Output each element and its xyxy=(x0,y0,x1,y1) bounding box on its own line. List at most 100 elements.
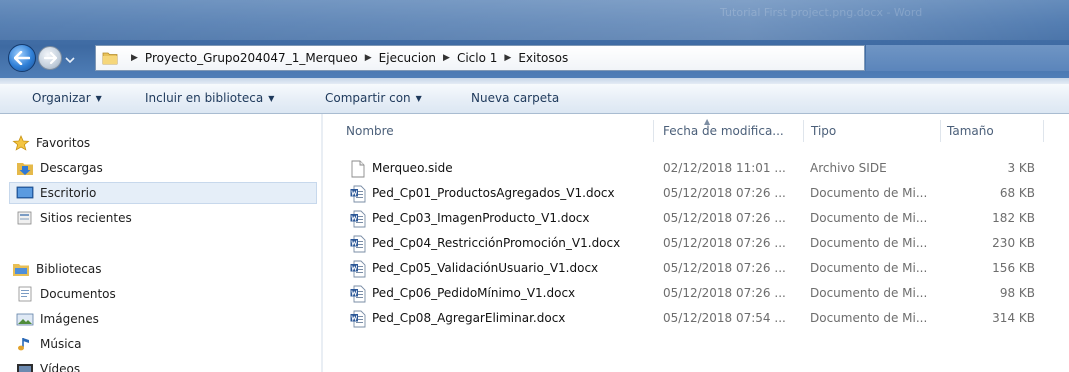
sidebar-item-label: Descargas xyxy=(40,161,103,175)
chevron-down-icon: ▼ xyxy=(95,94,102,103)
sidebar-item-downloads[interactable]: Descargas xyxy=(16,157,103,179)
file-size: 98 KB xyxy=(999,286,1035,300)
file-date: 05/12/2018 07:26 ... xyxy=(663,186,786,200)
table-row[interactable]: Ped_Cp03_ImagenProducto_V1.docx 05/12/20… xyxy=(350,207,1050,231)
command-bar-top-edge xyxy=(0,78,1069,84)
word-document-icon xyxy=(350,285,366,303)
sidebar-item-label: Documentos xyxy=(40,287,116,301)
arrow-right-icon xyxy=(43,52,57,64)
file-date: 05/12/2018 07:26 ... xyxy=(663,261,786,275)
file-type: Documento de Mi... xyxy=(810,286,928,300)
generic-file-icon xyxy=(351,160,365,178)
pane-divider[interactable] xyxy=(321,114,323,372)
sidebar-item-label: Música xyxy=(40,337,82,351)
file-date: 05/12/2018 07:54 ... xyxy=(663,311,786,325)
libraries-icon xyxy=(13,264,29,276)
address-bar-right-area xyxy=(866,45,1069,71)
file-size: 230 KB xyxy=(992,236,1035,250)
arrow-left-icon xyxy=(14,51,30,65)
recent-pages-dropdown-icon[interactable] xyxy=(65,55,75,65)
sidebar-item-label: Bibliotecas xyxy=(36,262,102,276)
sidebar-item-label: Favoritos xyxy=(36,136,91,150)
breadcrumb-item-exitosos[interactable]: Exitosos xyxy=(518,51,568,65)
column-separator[interactable] xyxy=(653,120,654,142)
breadcrumb-item-ciclo[interactable]: Ciclo 1 xyxy=(457,51,497,65)
back-button[interactable] xyxy=(8,44,36,72)
chevron-right-icon[interactable]: ▶ xyxy=(504,53,511,63)
column-header-type[interactable]: Tipo xyxy=(811,124,836,138)
folder-icon xyxy=(102,52,118,65)
sidebar-item-label: Imágenes xyxy=(40,312,99,326)
word-document-icon xyxy=(350,235,366,253)
window-titlebar: Tutorial First project.png.docx - Word ▶… xyxy=(0,0,1069,78)
word-document-icon xyxy=(350,310,366,328)
column-separator[interactable] xyxy=(1043,120,1044,142)
new-folder-button[interactable]: Nueva carpeta xyxy=(471,91,559,105)
document-icon xyxy=(18,286,32,302)
sidebar-item-music[interactable]: Música xyxy=(16,333,82,355)
column-header-name[interactable]: Nombre xyxy=(346,124,394,138)
word-document-icon xyxy=(350,260,366,278)
file-name: Ped_Cp06_PedidoMínimo_V1.docx xyxy=(372,286,576,300)
sidebar-item-favorites[interactable]: Favoritos xyxy=(12,132,90,154)
sidebar-item-desktop[interactable]: Escritorio xyxy=(16,182,96,204)
column-header-date[interactable]: Fecha de modifica... xyxy=(663,124,784,138)
file-type: Documento de Mi... xyxy=(810,261,928,275)
sidebar-item-recent[interactable]: Sitios recientes xyxy=(16,207,132,229)
forward-button[interactable] xyxy=(38,46,62,70)
column-separator[interactable] xyxy=(940,120,941,142)
word-document-icon xyxy=(350,210,366,228)
column-header-size[interactable]: Tamaño xyxy=(947,124,994,138)
file-name: Ped_Cp01_ProductosAgregados_V1.docx xyxy=(372,186,615,200)
share-with-button[interactable]: Compartir con ▼ xyxy=(325,91,422,105)
file-size: 156 KB xyxy=(992,261,1035,275)
file-type: Documento de Mi... xyxy=(810,311,928,325)
address-bar[interactable]: ▶ Proyecto_Grupo204047_1_Merqueo ▶ Ejecu… xyxy=(95,45,865,71)
file-date: 02/12/2018 11:01 ... xyxy=(663,161,786,175)
breadcrumb-item-ejecucion[interactable]: Ejecucion xyxy=(379,51,436,65)
file-size: 68 KB xyxy=(999,186,1035,200)
file-name: Ped_Cp04_RestricciónPromoción_V1.docx xyxy=(372,236,621,250)
file-type: Documento de Mi... xyxy=(810,236,928,250)
file-date: 05/12/2018 07:26 ... xyxy=(663,211,786,225)
file-size: 3 KB xyxy=(1007,161,1035,175)
file-type: Documento de Mi... xyxy=(810,211,928,225)
table-row[interactable]: Ped_Cp05_ValidaciónUsuario_V1.docx 05/12… xyxy=(350,257,1050,281)
chevron-right-icon[interactable]: ▶ xyxy=(443,53,450,63)
include-library-label: Incluir en biblioteca xyxy=(145,91,264,105)
table-row[interactable]: Merqueo.side 02/12/2018 11:01 ... Archiv… xyxy=(350,157,1050,181)
file-type: Archivo SIDE xyxy=(810,161,887,175)
table-row[interactable]: Ped_Cp04_RestricciónPromoción_V1.docx 05… xyxy=(350,232,1050,256)
sidebar-item-label: Vídeos xyxy=(40,362,81,372)
organize-menu-button[interactable]: Organizar ▼ xyxy=(32,91,102,105)
file-name: Merqueo.side xyxy=(372,161,453,175)
recent-places-icon xyxy=(17,211,32,225)
breadcrumb-item-project[interactable]: Proyecto_Grupo204047_1_Merqueo xyxy=(145,51,358,65)
star-icon xyxy=(12,135,30,151)
organize-label: Organizar xyxy=(32,91,91,105)
sidebar-item-documents[interactable]: Documentos xyxy=(16,283,116,305)
table-row[interactable]: Ped_Cp06_PedidoMínimo_V1.docx 05/12/2018… xyxy=(350,282,1050,306)
chevron-right-icon[interactable]: ▶ xyxy=(365,53,372,63)
file-size: 182 KB xyxy=(992,211,1035,225)
column-separator[interactable] xyxy=(803,120,804,142)
file-name: Ped_Cp08_AgregarEliminar.docx xyxy=(372,311,566,325)
downloads-folder-icon xyxy=(17,163,33,175)
include-in-library-button[interactable]: Incluir en biblioteca ▼ xyxy=(145,91,274,105)
command-bar: Organizar ▼ Incluir en biblioteca ▼ Compar… xyxy=(0,78,1069,114)
desktop-icon xyxy=(16,186,34,199)
sidebar-item-images[interactable]: Imágenes xyxy=(16,308,99,330)
sidebar-item-label: Sitios recientes xyxy=(40,211,132,225)
sidebar-item-libraries[interactable]: Bibliotecas xyxy=(12,258,101,280)
chevron-down-icon: ▼ xyxy=(268,94,275,103)
table-row[interactable]: Ped_Cp08_AgregarEliminar.docx 05/12/2018… xyxy=(350,307,1050,331)
table-row[interactable]: Ped_Cp01_ProductosAgregados_V1.docx 05/1… xyxy=(350,182,1050,206)
file-name: Ped_Cp03_ImagenProducto_V1.docx xyxy=(372,211,590,225)
chevron-right-icon[interactable]: ▶ xyxy=(131,53,138,63)
file-name: Ped_Cp05_ValidaciónUsuario_V1.docx xyxy=(372,261,599,275)
video-icon xyxy=(17,364,33,372)
new-folder-label: Nueva carpeta xyxy=(471,91,560,105)
sidebar-item-videos[interactable]: Vídeos xyxy=(16,358,80,372)
sidebar-item-label: Escritorio xyxy=(40,186,97,200)
music-icon xyxy=(18,338,29,351)
